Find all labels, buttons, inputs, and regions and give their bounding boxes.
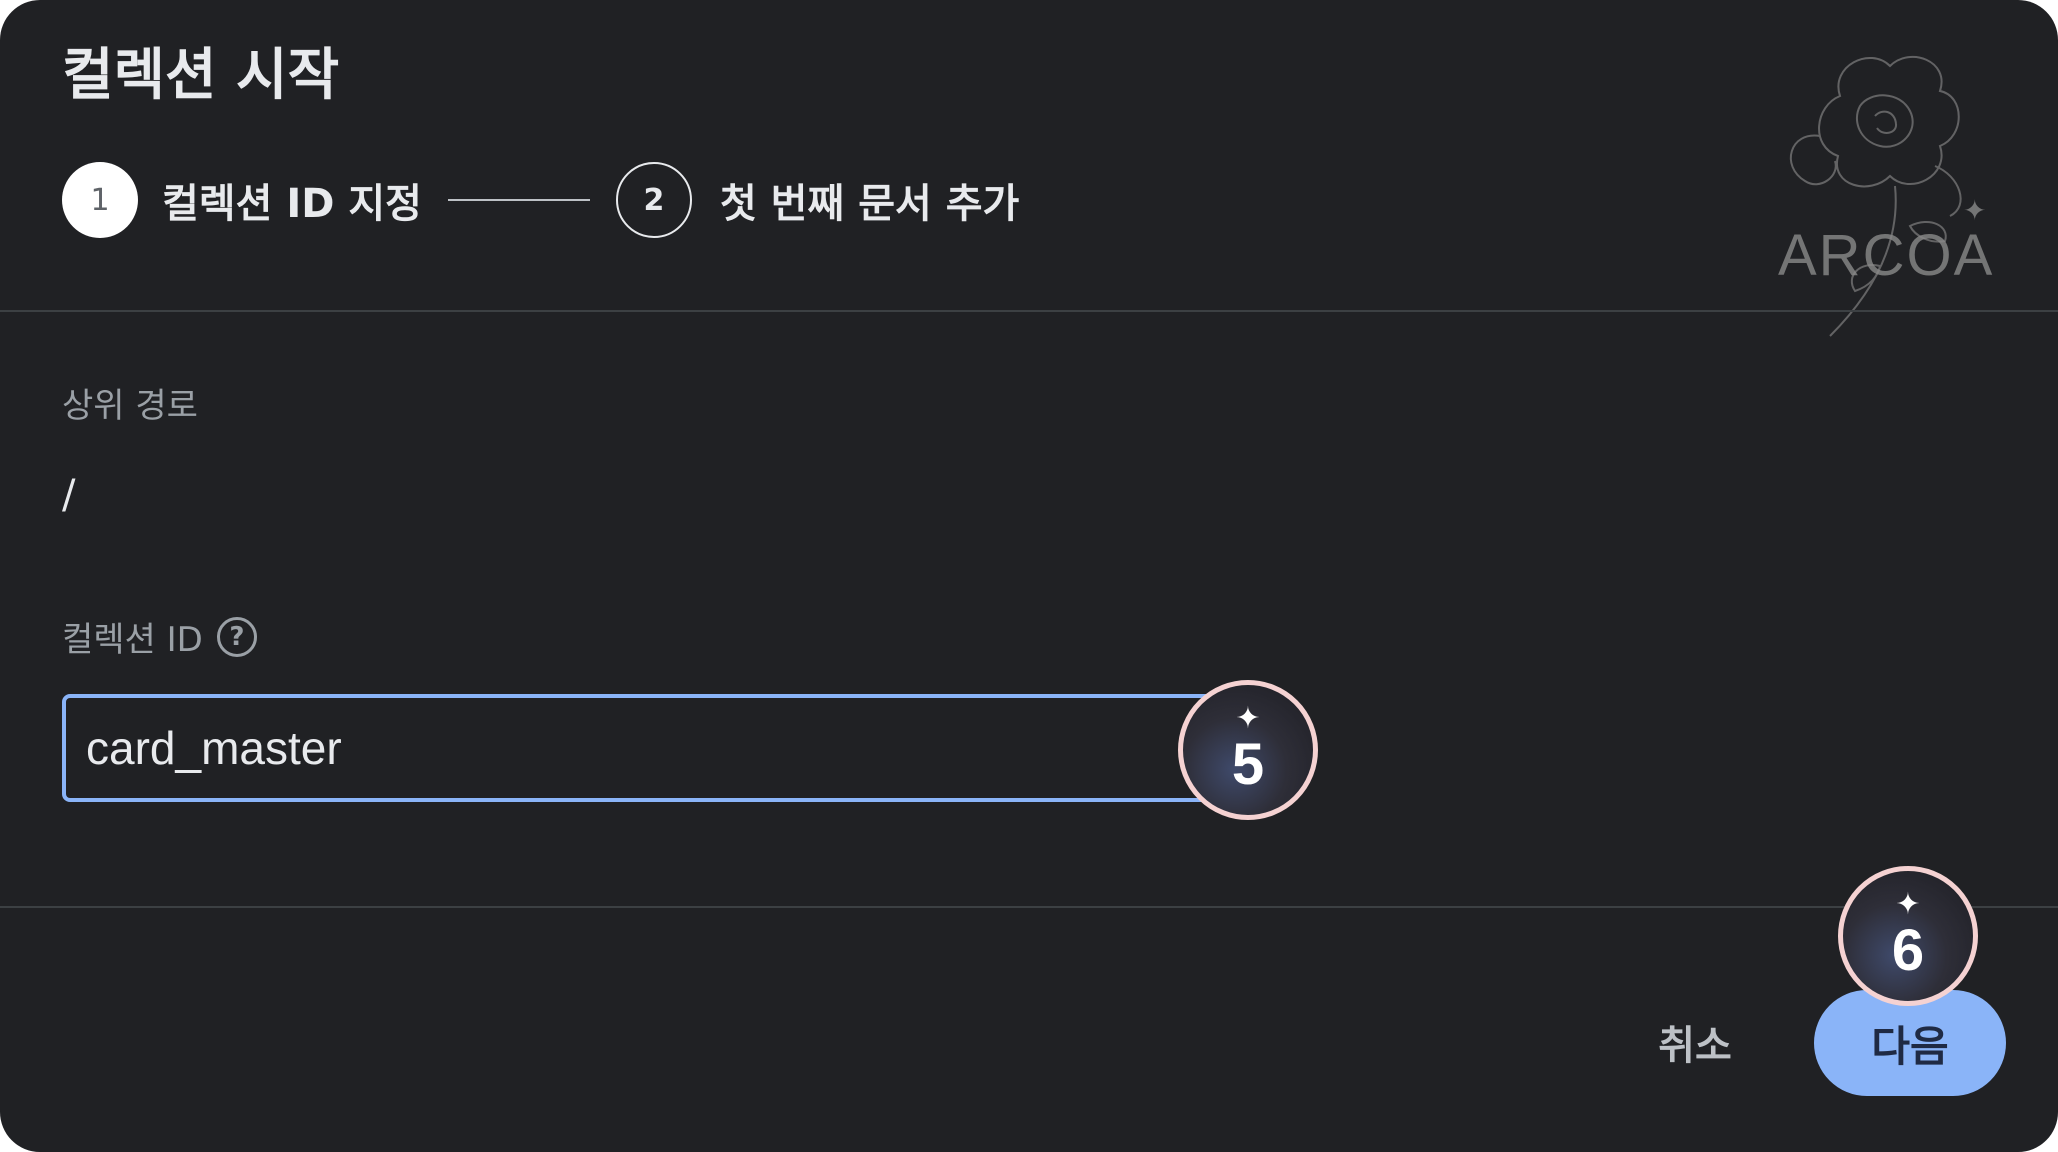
help-circle-icon[interactable]: ? — [216, 616, 257, 657]
collection-id-label-row: 컬렉션 ID ? — [62, 612, 257, 661]
step-badge-5: ✦ 5 — [1178, 680, 1318, 820]
footer-divider — [0, 906, 2058, 908]
header-divider — [0, 310, 2058, 312]
step-1-label: 컬렉션 ID 지정 — [162, 181, 422, 227]
start-collection-dialog: 컬렉션 시작 ✦ ARCOA 1 컬렉션 ID 지정 2 첫 번째 문서 추가 … — [0, 0, 2058, 1152]
cancel-button[interactable]: 취소 — [1640, 1002, 1750, 1082]
step-2-label: 첫 번째 문서 추가 — [719, 181, 1020, 227]
stepper: 1 컬렉션 ID 지정 2 첫 번째 문서 추가 — [62, 162, 1019, 238]
parent-path-value: / — [62, 472, 76, 518]
peony-flower-icon — [1789, 56, 1962, 337]
step-badge-6: ✦ 6 — [1838, 866, 1978, 1006]
badge-number: 6 — [1891, 918, 1925, 983]
dialog-title: 컬렉션 시작 — [62, 43, 340, 108]
sparkle-icon: ✦ — [1895, 887, 1921, 922]
step-1-indicator: 1 — [62, 162, 138, 238]
step-2-indicator: 2 — [615, 162, 692, 238]
parent-path-label: 상위 경로 — [62, 386, 198, 426]
watermark-logo-text: ARCOA — [1778, 223, 1995, 288]
collection-id-label: 컬렉션 ID — [62, 620, 203, 660]
step-connector — [447, 199, 590, 201]
sparkle-icon: ✦ — [1235, 701, 1261, 736]
collection-id-input[interactable] — [62, 694, 1242, 802]
badge-number: 5 — [1231, 732, 1265, 797]
